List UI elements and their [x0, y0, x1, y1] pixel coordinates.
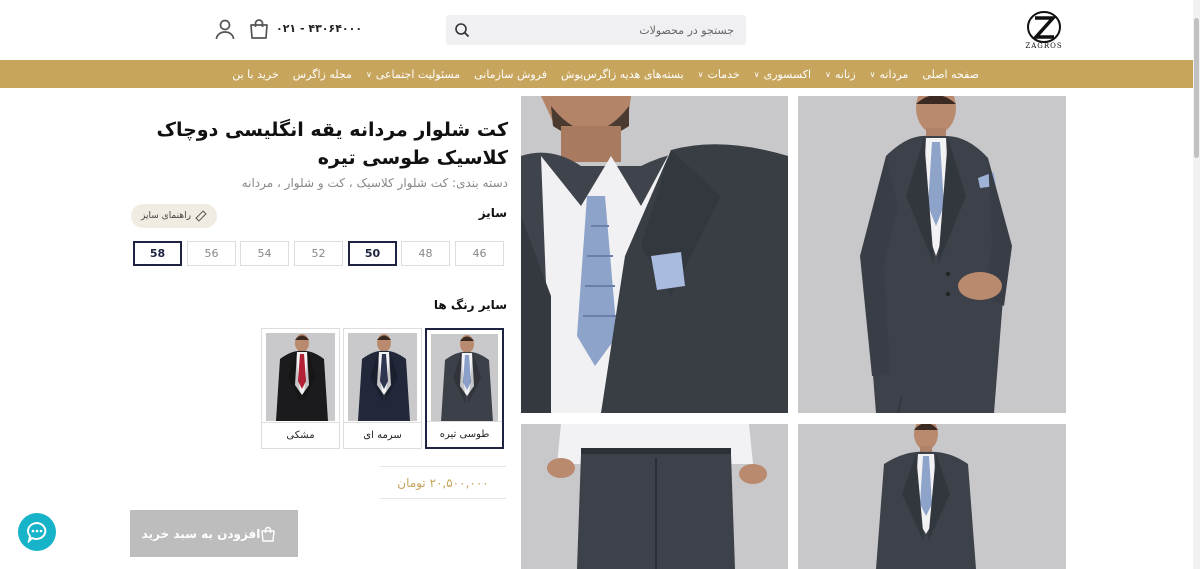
size-option-50[interactable]: 50 — [348, 241, 397, 266]
nav-item-4[interactable]: خدمات ∨ — [698, 68, 740, 81]
color-swatch-label: سرمه ای — [344, 422, 421, 448]
nav-item-label: خرید با بن — [232, 67, 279, 81]
nav-item-1[interactable]: مردانه ∨ — [870, 68, 909, 81]
chevron-down-icon: ∨ — [697, 69, 704, 79]
color-swatch-label: مشکی — [262, 422, 339, 448]
ruler-icon — [195, 210, 207, 222]
model-front-image — [798, 424, 1066, 569]
color-swatch-image — [431, 334, 498, 422]
nav-item-label: اکسسوری — [763, 67, 812, 81]
nav-item-label: مردانه — [879, 67, 909, 81]
product-photo-trousers[interactable] — [521, 424, 788, 569]
logo-text: ZAGROS — [1025, 42, 1063, 50]
size-option-52[interactable]: 52 — [294, 241, 343, 266]
chevron-down-icon: ∨ — [365, 69, 372, 79]
size-selector: 46 48 50 52 54 56 58 — [133, 241, 504, 266]
phone-number: ۰۲۱ - ۴۳۰۶۴۰۰۰ — [276, 22, 363, 35]
shopping-bag-icon — [261, 526, 276, 542]
main-nav-bar: صفحه اصلی مردانه ∨ زنانه ∨ اکسسوری ∨ خدمات ∨ بسته… — [0, 60, 1193, 88]
nav-item-0[interactable]: صفحه اصلی — [922, 68, 979, 81]
size-option-54[interactable]: 54 — [240, 241, 289, 266]
product-category: دسته بندی: کت شلوار کلاسیک ، کت و شلوار … — [241, 176, 508, 190]
nav-item-8[interactable]: مجله زاگرس — [293, 68, 352, 81]
site-header: ZAGROS ۰۲۱ - ۴۳۰۶۴۰۰۰ — [0, 0, 1200, 60]
page-scrollbar[interactable] — [1193, 0, 1200, 569]
suit-thumbnail-image — [441, 335, 493, 422]
logo-mark — [1027, 11, 1061, 43]
product-photo-full[interactable] — [798, 96, 1066, 413]
search-icon[interactable] — [454, 22, 470, 38]
size-option-58[interactable]: 58 — [133, 241, 182, 266]
main-nav: صفحه اصلی مردانه ∨ زنانه ∨ اکسسوری ∨ خدمات ∨ بسته… — [218, 60, 979, 88]
color-swatch-image — [266, 333, 335, 421]
nav-item-9[interactable]: خرید با بن — [232, 68, 279, 81]
scrollbar-thumb[interactable] — [1194, 18, 1199, 158]
model-full-body-image — [798, 96, 1066, 413]
size-option-48[interactable]: 48 — [401, 241, 450, 266]
add-to-cart-button[interactable]: افزودن به سبد خرید — [130, 510, 298, 557]
size-guide-label: راهنمای سایز — [141, 211, 191, 221]
nav-item-label: خدمات — [707, 67, 740, 81]
search-input[interactable] — [478, 15, 740, 45]
model-closeup-image — [521, 96, 788, 413]
color-swatch-2[interactable]: مشکی — [261, 328, 340, 449]
nav-item-2[interactable]: زنانه ∨ — [825, 68, 856, 81]
search-box[interactable] — [446, 15, 746, 45]
nav-item-label: مجله زاگرس — [292, 67, 352, 81]
size-label: سایز — [478, 206, 507, 220]
color-swatch-0[interactable]: طوسی تیره — [425, 328, 504, 449]
size-option-46[interactable]: 46 — [455, 241, 504, 266]
nav-item-label: صفحه اصلی — [922, 67, 979, 81]
product-price: ۲۰,۵۰۰,۰۰۰ تومان — [380, 466, 506, 499]
chevron-down-icon: ∨ — [869, 69, 876, 79]
nav-item-3[interactable]: اکسسوری ∨ — [754, 68, 811, 81]
suit-thumbnail-image — [358, 334, 410, 421]
chat-bubble-icon — [27, 521, 47, 543]
size-option-56[interactable]: 56 — [187, 241, 236, 266]
product-photo-front[interactable] — [798, 424, 1066, 569]
chevron-down-icon: ∨ — [753, 69, 760, 79]
nav-item-label: فروش سازمانی — [474, 67, 548, 81]
nav-item-label: زنانه — [834, 67, 856, 81]
zagros-logo[interactable]: ZAGROS — [1022, 10, 1066, 54]
product-photo-closeup[interactable] — [521, 96, 788, 413]
nav-item-label: مسئولیت اجتماعی — [375, 67, 461, 81]
model-trousers-image — [521, 424, 788, 569]
chat-widget-button[interactable] — [18, 513, 56, 551]
color-swatch-1[interactable]: سرمه ای — [343, 328, 422, 449]
nav-item-5[interactable]: بسته‌های هدیه زاگرس‌پوش — [561, 68, 684, 81]
user-account-icon[interactable] — [214, 18, 236, 40]
nav-item-6[interactable]: فروش سازمانی — [474, 68, 547, 81]
add-to-cart-label: افزودن به سبد خرید — [141, 526, 261, 541]
other-colors-label: سایر رنگ ها — [433, 298, 507, 312]
shopping-bag-icon[interactable] — [248, 18, 270, 40]
nav-item-label: بسته‌های هدیه زاگرس‌پوش — [561, 67, 684, 81]
color-swatch-image — [348, 333, 417, 421]
nav-item-7[interactable]: مسئولیت اجتماعی ∨ — [366, 68, 460, 81]
size-guide-button[interactable]: راهنمای سایز — [131, 204, 217, 228]
suit-thumbnail-image — [276, 334, 328, 421]
product-title: کت شلوار مردانه یقه انگلیسی دوچاک کلاسیک… — [156, 119, 508, 169]
chevron-down-icon: ∨ — [825, 69, 831, 79]
color-swatch-label: طوسی تیره — [427, 421, 502, 447]
